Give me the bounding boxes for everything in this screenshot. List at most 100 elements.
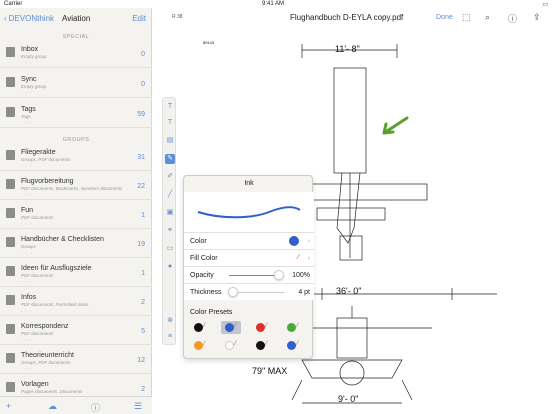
sidebar-item[interactable]: Ideen für Ausflugsziele PDF documents ▫ ▫ … [0,261,152,287]
color-dot-icon [194,341,203,350]
item-subtitle: Pages documents, Documents [21,389,83,394]
color-preset[interactable]: ⁄ [283,339,303,352]
folder-icon [6,208,15,218]
item-subtitle: Groups [21,244,36,249]
sidebar-item[interactable]: Flugvorbereitung PDF documents, Bookmarks… [0,174,152,200]
item-count: 0 [141,51,145,58]
folder-icon [6,353,15,363]
search-icon[interactable]: ⌕ [485,12,490,23]
color-preset[interactable]: ⁄ [190,339,210,352]
color-dot-icon[interactable]: ● [165,262,175,272]
info-circle-icon[interactable]: ⓘ [508,12,517,25]
no-fill-icon: ⁄ [204,323,206,329]
share-icon[interactable]: ⇪ [533,12,541,23]
item-name: Inbox [21,46,39,53]
sidebar-item[interactable]: Korrespondenz PDF documents ▫ ▫ ▫ 5 [0,319,152,345]
item-subtitle: Empty group [21,54,47,59]
page-indicator: R 38 [172,14,183,20]
item-subtitle: Groups, PDF documents [21,157,71,162]
color-preset[interactable]: ⁄ [221,321,241,334]
done-button[interactable]: Done [436,14,453,21]
color-row[interactable]: Color › [184,232,314,249]
item-name: Ideen für Ausflugsziele [21,265,92,272]
color-dot-icon [287,341,296,350]
no-fill-icon: ⁄ [297,341,299,347]
sidebar-item[interactable]: Inbox Empty group ▫ ▫ ▫ 0 [0,42,152,68]
folder-icon [6,179,15,189]
folder-icon [6,237,15,247]
item-count: 2 [141,386,145,393]
sidebar-item[interactable]: Handbücher & Checklisten Groups ▫ ▫ ▫ 19 [0,232,152,258]
folder-icon [6,382,15,392]
cloud-sync-icon[interactable]: ☁ [48,401,57,412]
item-count: 31 [137,154,145,161]
item-name: Korrespondenz [21,323,69,330]
ink-popover: Ink Color › Fill Color ⁄ › Opacity 100% … [183,175,314,359]
color-preset[interactable]: ⁄ [283,321,303,334]
tail-dimension: 9'- 0" [338,394,359,404]
sidebar-item[interactable]: Sync Empty group ▫ ▫ ▫ 0 [0,72,152,98]
item-subtitle: PDF documents [21,273,54,278]
color-dot-icon [194,323,203,332]
no-fill-icon: ⁄ [266,341,268,347]
thickness-knob[interactable] [228,287,239,297]
delete-icon[interactable]: ⊗ [165,316,175,326]
edit-button[interactable]: Edit [132,14,146,23]
add-icon[interactable]: + [6,401,11,411]
opacity-knob[interactable] [274,270,284,280]
opacity-slider[interactable] [229,275,279,276]
sidebar: ‹ DEVONthink Aviation Edit SPECIAL Inbox E… [0,8,152,414]
item-name: Flugvorbereitung [21,178,74,185]
inbox-tray-icon[interactable]: ⬚ [462,12,471,23]
section-label-groups: GROUPS [62,137,90,143]
sidebar-item[interactable]: Infos PDF documents, Formatted notes ▫ ▫ ▫… [0,290,152,316]
item-count: 5 [141,328,145,335]
ink-pen-icon[interactable]: ✎ [165,154,175,164]
color-preset[interactable]: ⁄ [221,339,241,352]
link-icon[interactable]: ⚭ [165,226,175,236]
item-count: 1 [141,212,145,219]
color-preset[interactable]: ⁄ [252,321,272,334]
tag-icons: ▫ ▫ ▫ [21,221,33,226]
color-preset[interactable]: ⁄ [190,321,210,334]
item-name: Fun [21,207,34,214]
color-swatch [289,236,299,246]
item-count: 12 [137,357,145,364]
presets-label: Color Presets [190,309,233,316]
note-icon[interactable]: ▤ [165,136,175,146]
text-box-icon[interactable]: T [165,118,175,128]
line-icon[interactable]: ╱ [165,190,175,200]
no-fill-icon: ⁄ [266,323,268,329]
item-count: 59 [137,111,145,118]
chevron-right-icon: › [307,238,310,245]
image-icon[interactable]: ▣ [165,208,175,218]
tag-icons: ▫ ▫ ▫ [21,60,33,65]
back-button[interactable]: ‹ DEVONthink [4,14,54,23]
no-fill-icon: ⁄ [204,341,206,347]
item-name: Infos [21,294,37,301]
folder-icon [6,107,15,117]
text-tool-icon[interactable]: T [165,102,175,112]
sidebar-item[interactable]: Theorieunterricht Groups, PDF documents ▫ … [0,348,152,374]
item-count: 22 [137,183,145,190]
height-dimension: 79" MAX [252,366,288,376]
info-icon[interactable]: ⓘ [91,401,100,414]
color-preset[interactable]: ⁄ [252,339,272,352]
rectangle-icon[interactable]: ▭ [165,244,175,254]
thickness-row: Thickness 4 pt [184,283,314,300]
list-icon[interactable]: ☰ [134,401,142,412]
item-subtitle: PDF documents [21,215,54,220]
item-subtitle: Empty group [21,84,47,89]
sidebar-title: Aviation [62,14,91,23]
fill-color-row[interactable]: Fill Color ⁄ › [184,249,314,266]
battery-icon: ▭ [542,2,548,8]
carrier-label: Carrier [4,1,23,7]
sidebar-item[interactable]: Fun PDF documents ▫ ▫ ▫ 1 [0,203,152,229]
sidebar-item[interactable]: Tags Tags ▫ ▫ ▫ 59 [0,102,152,128]
menu-icon[interactable]: ≡ [165,332,175,342]
highlighter-icon[interactable]: ✐ [165,172,175,182]
sidebar-item[interactable]: Fliegerakte Groups, PDF documents ▫ ▫ ▫ 31 [0,145,152,171]
tag-icons: ▫ ▫ ▫ [21,90,33,95]
item-name: Fliegerakte [21,149,56,156]
item-count: 0 [141,81,145,88]
